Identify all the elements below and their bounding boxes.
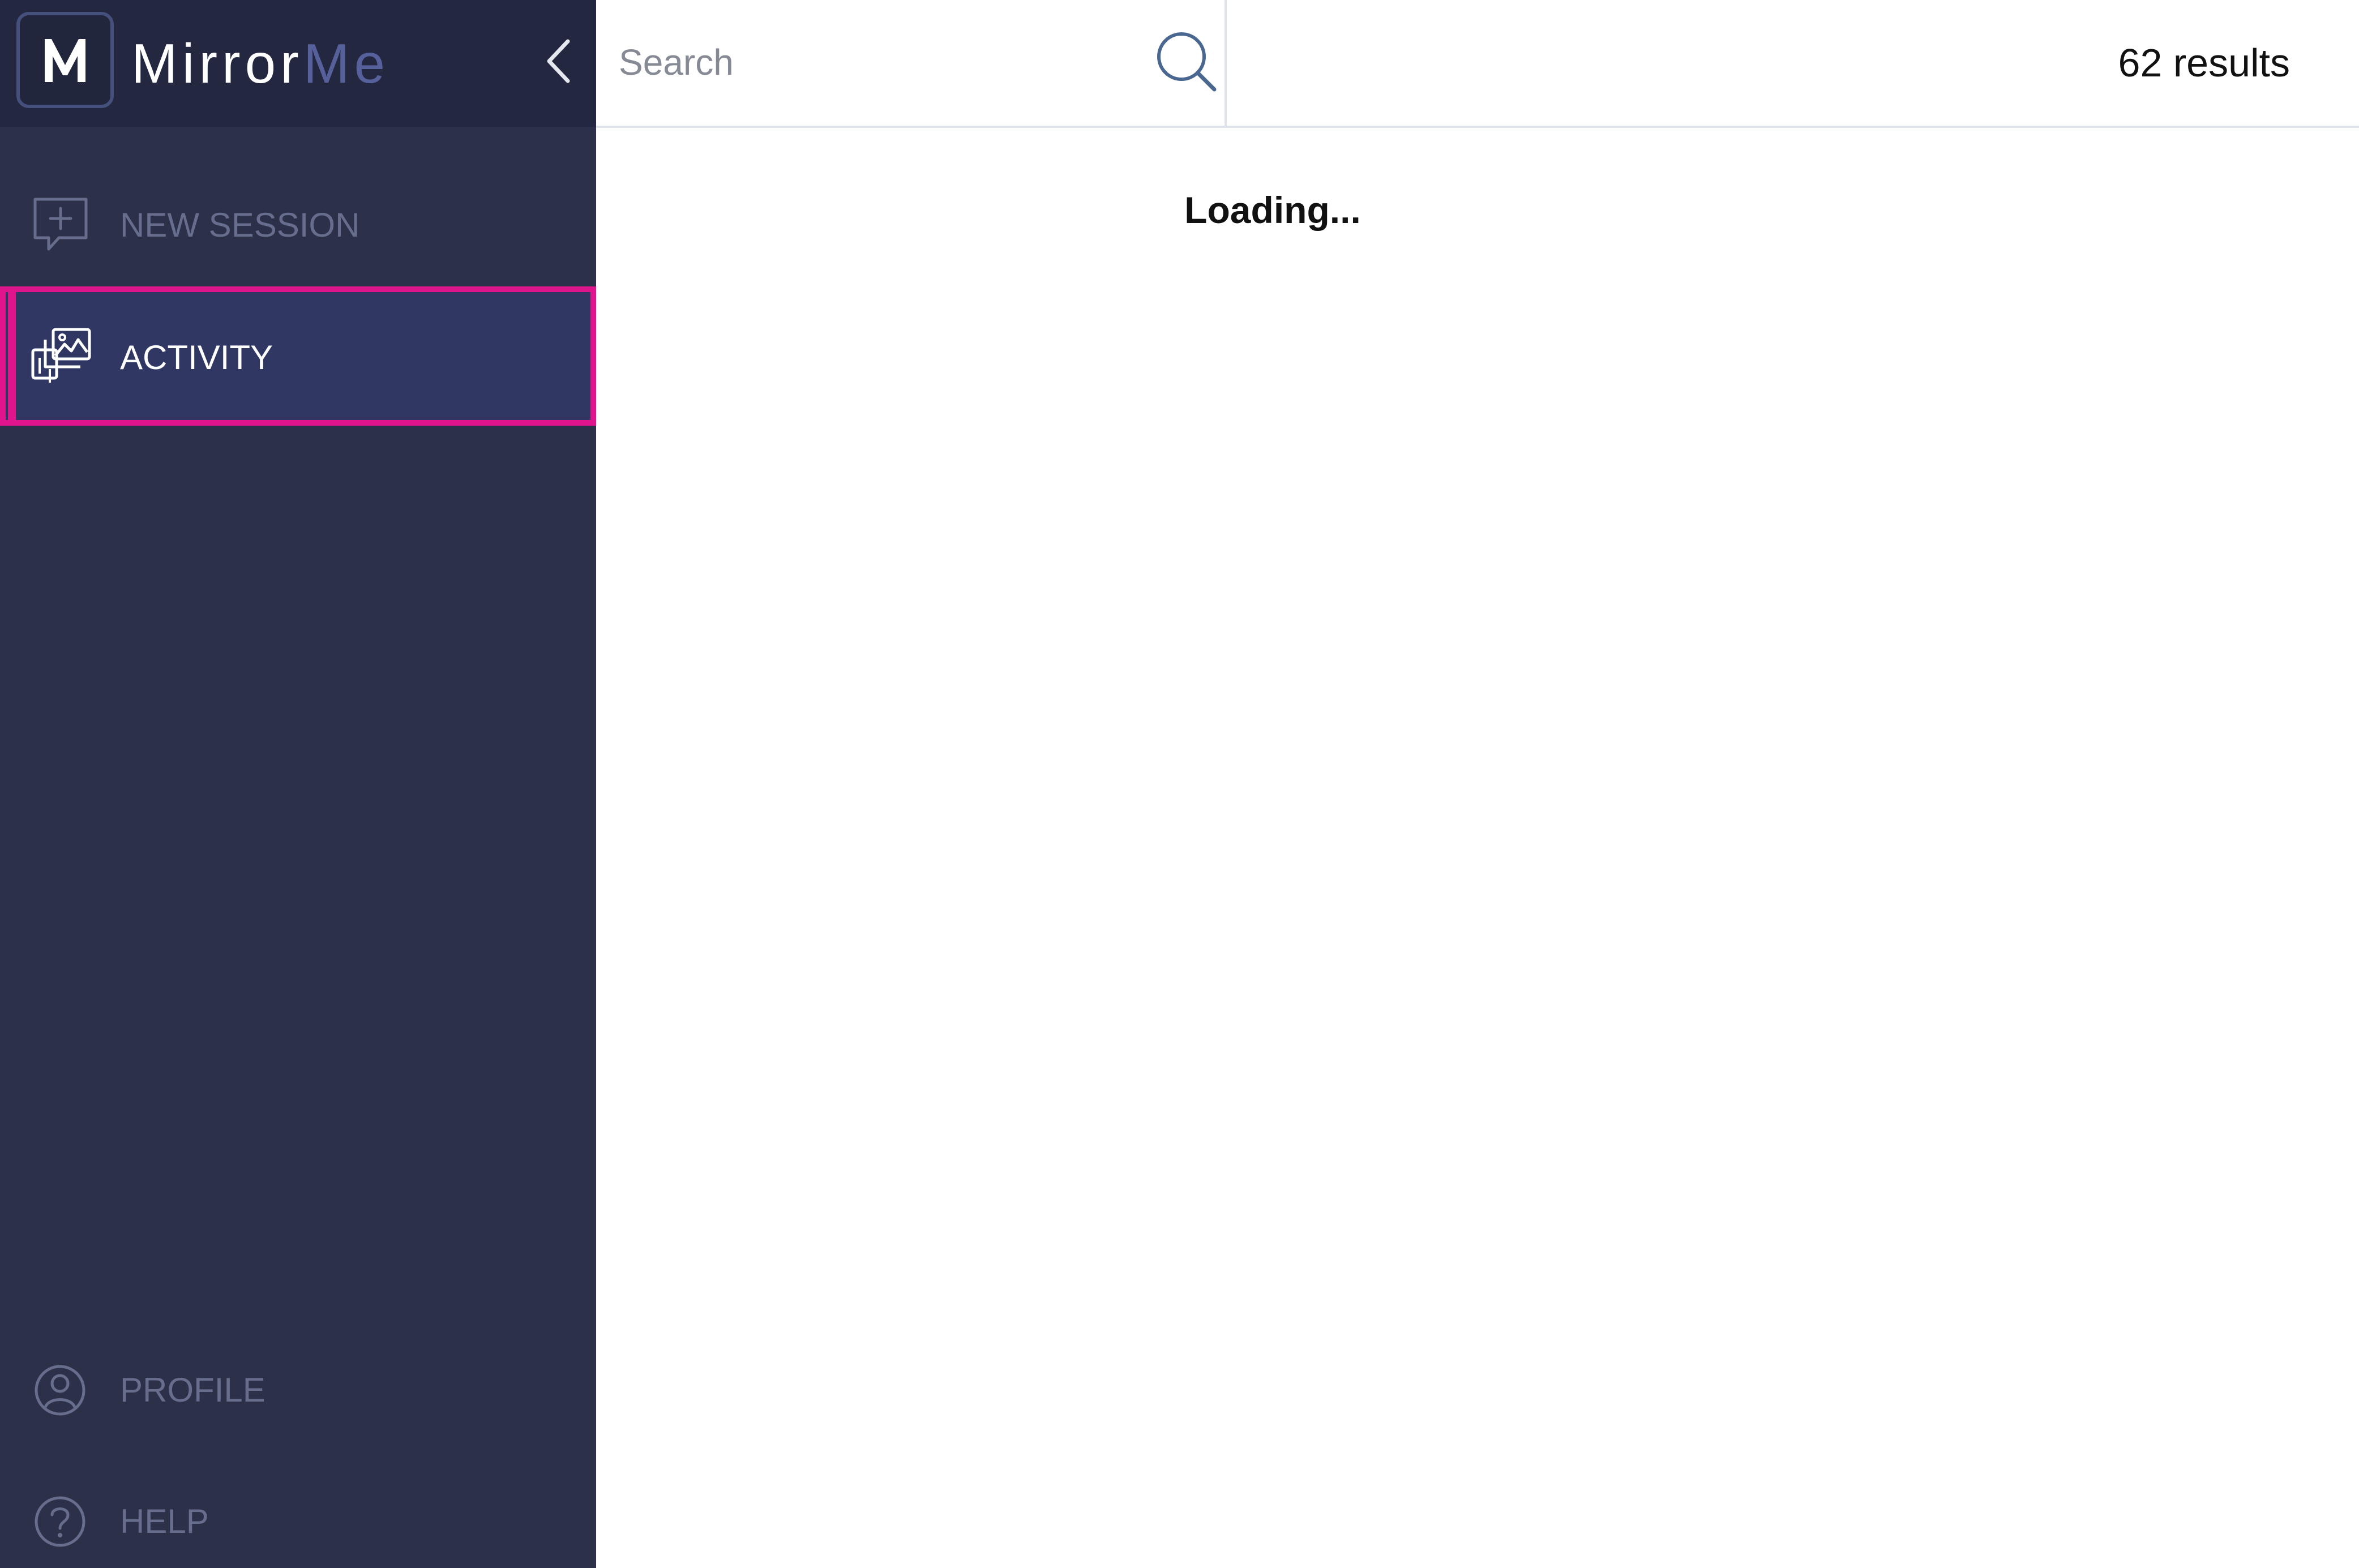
results-count: 62 results — [2118, 41, 2290, 85]
loading-indicator: Loading... — [1184, 189, 1361, 231]
sidebar-item-profile[interactable]: PROFILE — [0, 1326, 596, 1457]
sidebar-header: MirrorMe — [0, 0, 596, 127]
user-circle-icon — [35, 1365, 85, 1416]
chat-plus-icon — [33, 198, 88, 251]
chevron-left-icon — [547, 39, 570, 83]
sidebar-item-label: NEW SESSION — [120, 206, 360, 244]
brand-name: MirrorMe — [131, 29, 389, 97]
sidebar: MirrorMe NEW SESSION ACTIVITY PROFILE HE… — [0, 0, 596, 1568]
search-box — [596, 0, 1227, 126]
sidebar-item-help[interactable]: HELP — [0, 1457, 596, 1568]
app-logo[interactable] — [16, 12, 114, 108]
collapse-sidebar-button[interactable] — [537, 33, 582, 89]
brand-name-secondary: Me — [303, 32, 389, 95]
sidebar-item-new-session[interactable]: NEW SESSION — [0, 160, 596, 291]
sidebar-item-activity[interactable]: ACTIVITY — [0, 286, 596, 426]
sidebar-item-label: PROFILE — [120, 1371, 266, 1409]
top-bar: 62 results — [596, 0, 2359, 128]
gallery-icon — [31, 328, 91, 383]
main-content: Loading... — [596, 128, 2359, 1568]
logo-m-icon — [45, 39, 85, 82]
sidebar-item-label: HELP — [120, 1502, 209, 1540]
search-icon — [1157, 32, 1217, 92]
brand-name-primary: Mirror — [131, 32, 303, 95]
search-button[interactable] — [1149, 24, 1222, 97]
sidebar-item-label: ACTIVITY — [120, 339, 273, 376]
search-input[interactable] — [619, 28, 1140, 96]
help-circle-icon — [35, 1496, 85, 1547]
